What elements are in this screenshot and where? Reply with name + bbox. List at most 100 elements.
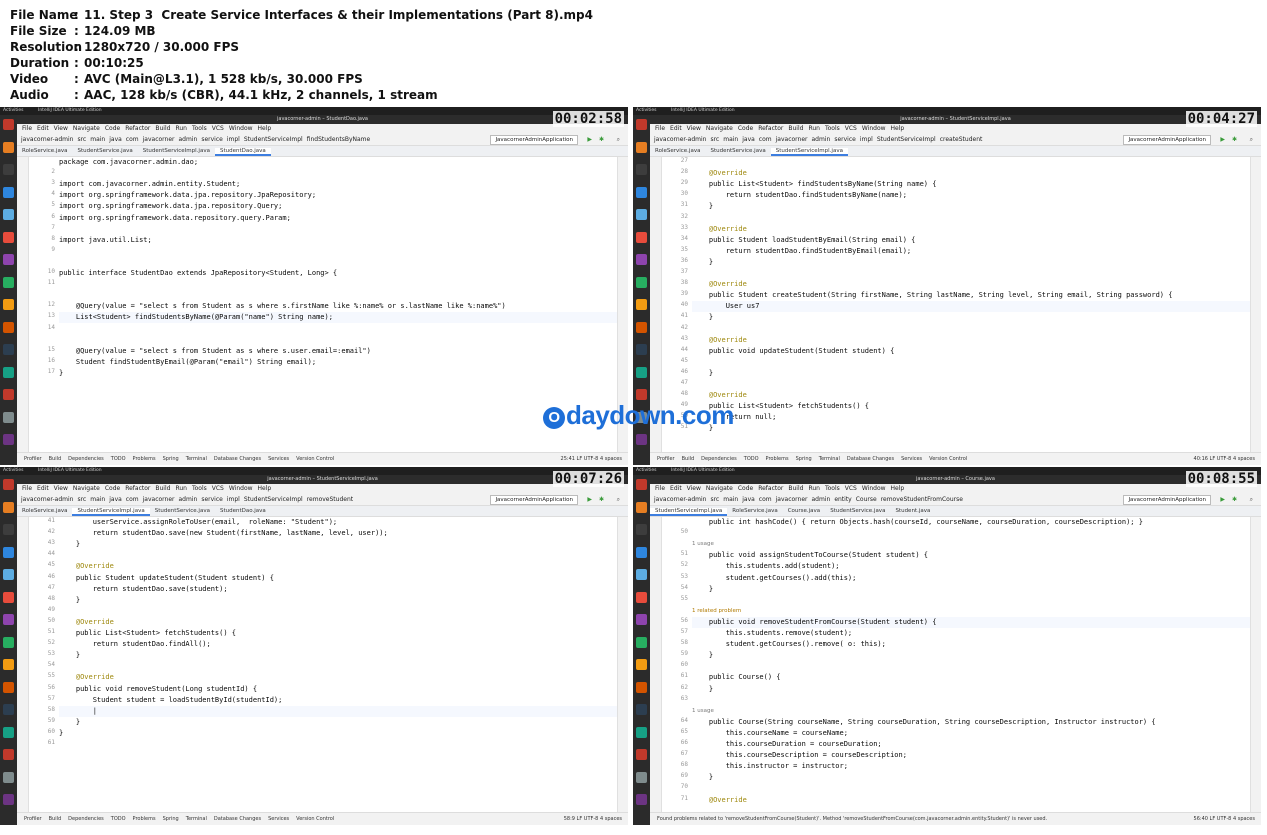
breadcrumb-item[interactable]: main (723, 496, 738, 503)
tool-terminal[interactable]: Terminal (186, 456, 207, 462)
menu-vcs[interactable]: VCS (845, 485, 857, 492)
breadcrumb-item[interactable]: findStudentsByName (307, 136, 371, 143)
menu-code[interactable]: Code (105, 485, 120, 492)
breadcrumb-item[interactable]: javacorner-admin (21, 136, 73, 143)
breadcrumb-item[interactable]: javacorner-admin (21, 496, 73, 503)
tool-problems[interactable]: Problems (766, 456, 789, 462)
menu-code[interactable]: Code (738, 485, 753, 492)
editor-tab[interactable]: StudentServiceImpl.java (650, 508, 728, 516)
menu-build[interactable]: Build (155, 125, 170, 132)
dock-app-icon[interactable] (636, 344, 647, 355)
tool-profiler[interactable]: Profiler (24, 816, 42, 822)
menu-help[interactable]: Help (258, 125, 272, 132)
dock-app-icon[interactable] (636, 636, 647, 648)
activities-button[interactable]: Activities (3, 467, 24, 475)
dock-app-icon[interactable] (3, 591, 14, 603)
breadcrumb-item[interactable]: javacorner (143, 496, 175, 503)
breadcrumb-item[interactable]: com (126, 136, 139, 143)
tool-profiler[interactable]: Profiler (657, 456, 675, 462)
tool-database-changes[interactable]: Database Changes (214, 816, 261, 822)
code-editor[interactable]: userService.assignRoleToUser(email, role… (59, 517, 617, 813)
activities-button[interactable]: Activities (636, 467, 657, 475)
tool-services[interactable]: Services (268, 456, 289, 462)
tool-services[interactable]: Services (268, 816, 289, 822)
dock-app-icon[interactable] (636, 479, 647, 490)
menu-edit[interactable]: Edit (670, 125, 682, 132)
menu-window[interactable]: Window (862, 125, 886, 132)
menu-vcs[interactable]: VCS (212, 125, 224, 132)
breadcrumb-item[interactable]: src (77, 136, 86, 143)
menu-help[interactable]: Help (891, 125, 905, 132)
dock-app-icon[interactable] (636, 794, 647, 805)
cursor-position[interactable]: 40:16 LF UTF-8 4 spaces (1194, 453, 1255, 465)
dock-app-icon[interactable] (636, 704, 647, 715)
breadcrumb-item[interactable]: javacorner (776, 496, 808, 503)
left-tool-strip[interactable] (650, 517, 662, 813)
dock-app-icon[interactable] (3, 411, 14, 423)
menu-code[interactable]: Code (738, 125, 753, 132)
breadcrumb-item[interactable]: service (834, 136, 856, 143)
breadcrumb-item[interactable]: admin (812, 496, 831, 503)
tool-spring[interactable]: Spring (163, 456, 179, 462)
menu-run[interactable]: Run (808, 485, 820, 492)
breadcrumb-item[interactable]: com (126, 496, 139, 503)
menu-navigate[interactable]: Navigate (706, 125, 733, 132)
activities-button[interactable]: Activities (3, 107, 24, 115)
breadcrumb-item[interactable]: admin (812, 136, 831, 143)
run-play-icon[interactable]: ▶ (587, 134, 592, 145)
menu-build[interactable]: Build (155, 485, 170, 492)
run-configuration-select[interactable]: JavacornerAdminApplication (490, 495, 578, 505)
breadcrumb-item[interactable]: java (109, 496, 122, 503)
menu-run[interactable]: Run (808, 125, 820, 132)
menu-view[interactable]: View (54, 485, 68, 492)
menu-vcs[interactable]: VCS (212, 485, 224, 492)
dock-app-icon[interactable] (636, 434, 647, 445)
breadcrumb-item[interactable]: service (201, 496, 223, 503)
editor-tab[interactable]: Course.java (783, 508, 825, 514)
breadcrumb-item[interactable]: src (710, 496, 719, 503)
run-configuration-select[interactable]: JavacornerAdminApplication (490, 135, 578, 145)
breadcrumb-item[interactable]: main (90, 496, 105, 503)
menu-tools[interactable]: Tools (192, 485, 207, 492)
menu-refactor[interactable]: Refactor (125, 485, 150, 492)
breadcrumb-item[interactable]: src (77, 496, 86, 503)
dock-app-icon[interactable] (3, 726, 14, 738)
menu-edit[interactable]: Edit (37, 125, 49, 132)
dock-app-icon[interactable] (3, 366, 14, 378)
cursor-position[interactable]: 58:9 LF UTF-8 4 spaces (564, 813, 622, 825)
dock-app-icon[interactable] (3, 276, 14, 288)
right-tool-strip[interactable] (1250, 517, 1261, 813)
breadcrumb-item[interactable]: Course (856, 496, 877, 503)
dock-app-icon[interactable] (3, 546, 14, 558)
tool-terminal[interactable]: Terminal (819, 456, 840, 462)
menu-view[interactable]: View (687, 485, 701, 492)
tool-spring[interactable]: Spring (796, 456, 812, 462)
menu-window[interactable]: Window (862, 485, 886, 492)
search-icon[interactable]: ⌕ (617, 134, 620, 145)
menu-vcs[interactable]: VCS (845, 125, 857, 132)
tool-build[interactable]: Build (49, 816, 62, 822)
dock-app-icon[interactable] (3, 434, 14, 445)
dock-app-icon[interactable] (3, 119, 14, 130)
breadcrumb-item[interactable]: createStudent (940, 136, 983, 143)
dock-app-icon[interactable] (636, 141, 647, 153)
editor-tab[interactable]: StudentDao.java (214, 148, 271, 156)
debug-icon[interactable]: ✱ (599, 494, 604, 505)
tool-version-control[interactable]: Version Control (296, 456, 334, 462)
dock-app-icon[interactable] (3, 771, 14, 783)
breadcrumb-item[interactable]: StudentServiceImpl (244, 136, 303, 143)
left-tool-strip[interactable] (17, 517, 29, 813)
editor-tab[interactable]: Student.java (890, 508, 935, 514)
menu-refactor[interactable]: Refactor (758, 485, 783, 492)
dock-app-icon[interactable] (3, 704, 14, 715)
menu-build[interactable]: Build (788, 485, 803, 492)
editor-tab[interactable]: StudentService.java (705, 148, 770, 154)
dock-app-icon[interactable] (3, 636, 14, 648)
breadcrumb-item[interactable]: java (742, 136, 755, 143)
app-indicator[interactable]: IntelliJ IDEA Ultimate Edition (38, 107, 102, 115)
run-configuration-select[interactable]: JavacornerAdminApplication (1123, 495, 1211, 505)
dock-app-icon[interactable] (3, 749, 14, 760)
tool-database-changes[interactable]: Database Changes (214, 456, 261, 462)
dock-app-icon[interactable] (3, 681, 14, 693)
dock-app-icon[interactable] (3, 524, 14, 535)
